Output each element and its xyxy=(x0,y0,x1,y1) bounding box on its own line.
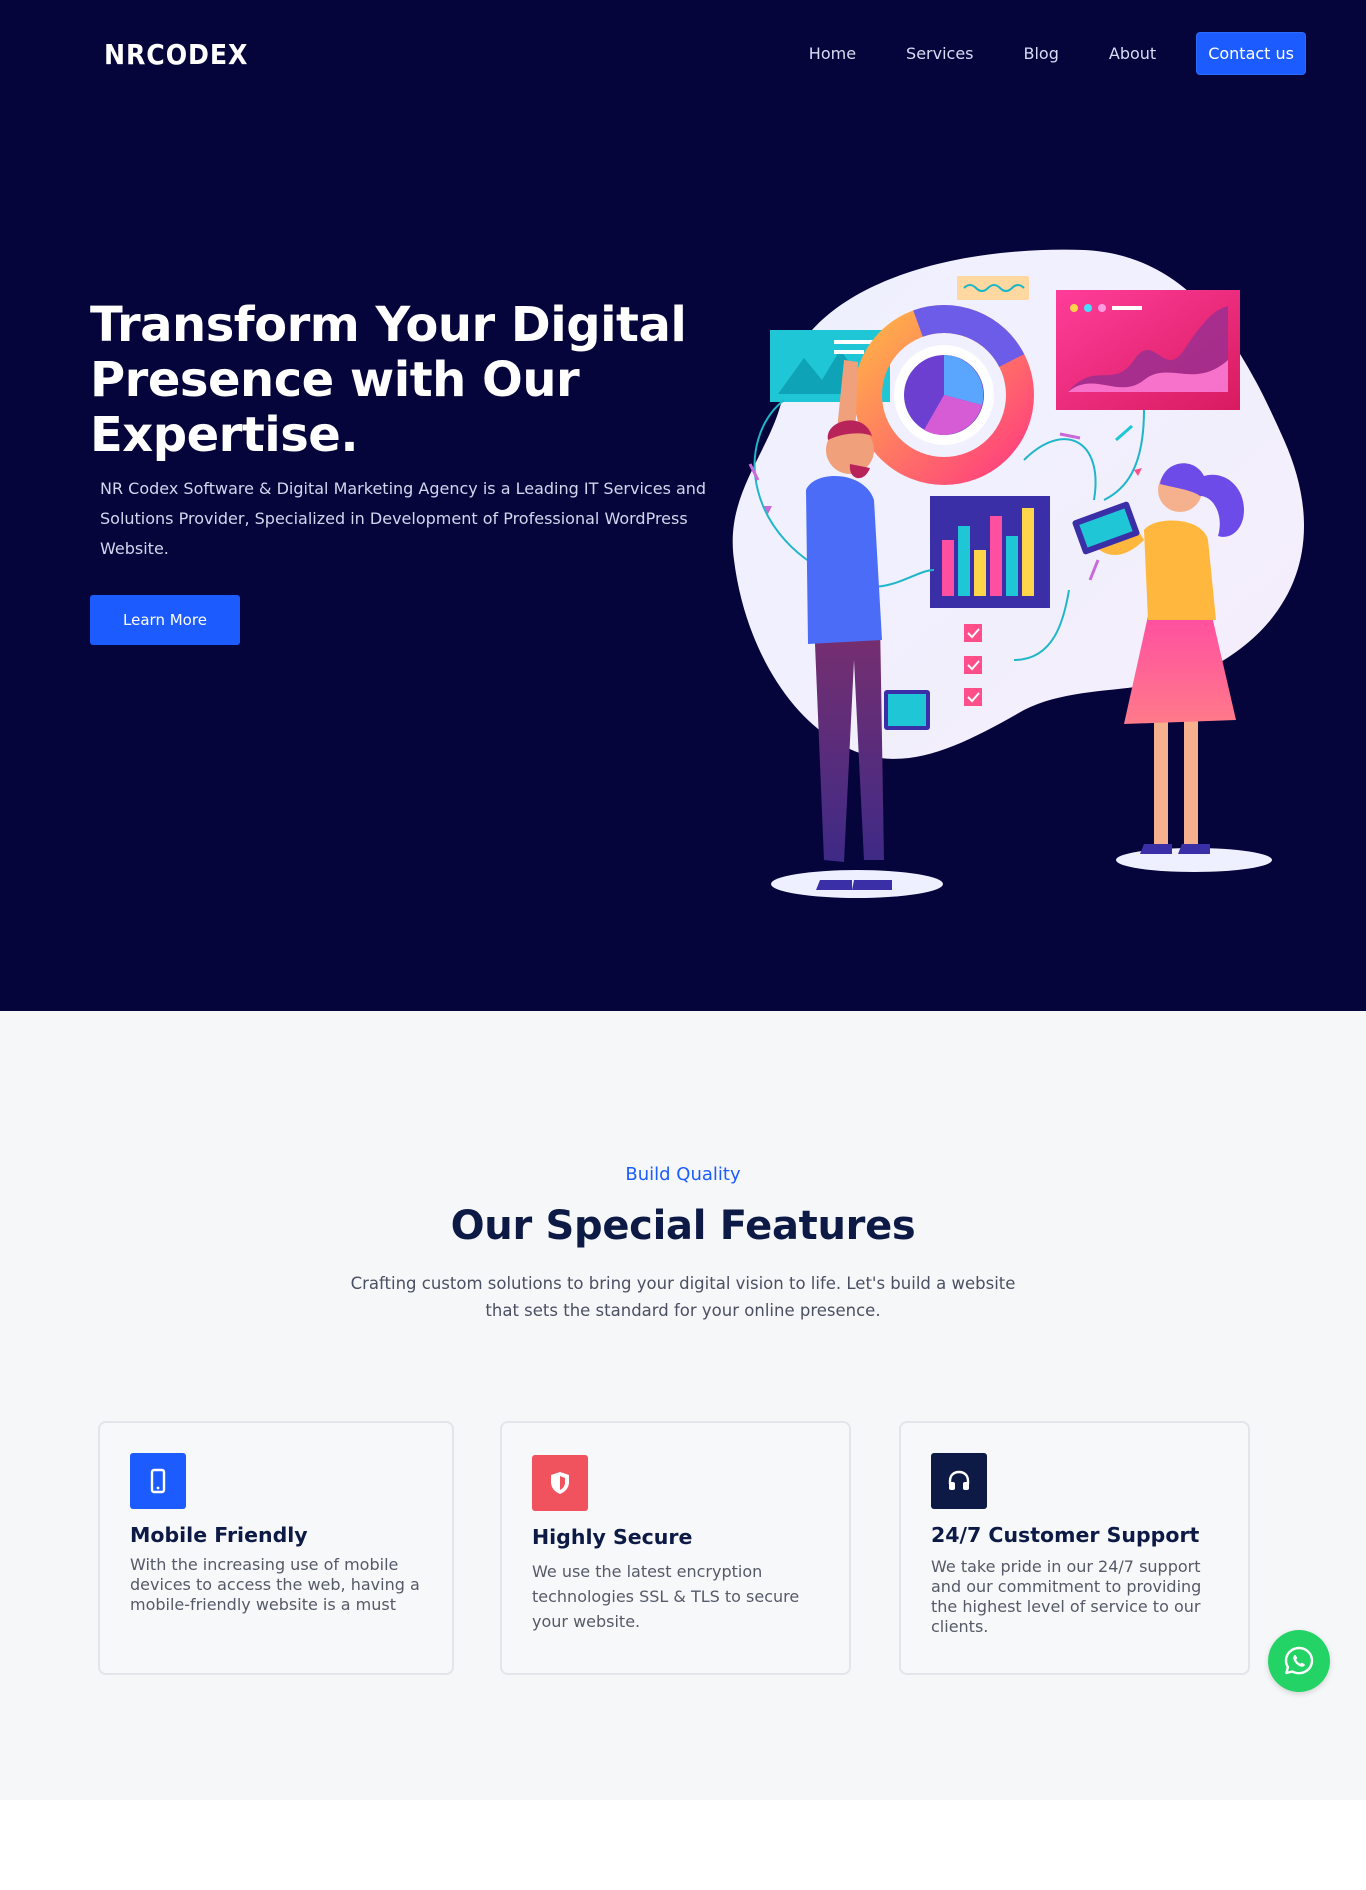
feature-text: We take pride in our 24/7 support and ou… xyxy=(931,1557,1202,1636)
contact-button[interactable]: Contact us xyxy=(1196,32,1306,75)
wave-card xyxy=(957,276,1029,300)
hero-section: NRCODEX Home Services Blog About Contact… xyxy=(0,0,1366,1011)
feature-title: 24/7 Customer Support xyxy=(931,1523,1200,1547)
learn-more-button[interactable]: Learn More xyxy=(90,595,240,645)
feature-text: With the increasing use of mobile device… xyxy=(130,1555,420,1614)
features-description: Crafting custom solutions to bring your … xyxy=(350,1274,1016,1320)
check-3 xyxy=(964,688,982,706)
check-1 xyxy=(964,624,982,642)
feature-card-support: 24/7 Customer Support We take pride in o… xyxy=(899,1421,1250,1675)
feature-text: We use the latest encryption technologie… xyxy=(532,1562,800,1631)
feature-card-mobile: Mobile Friendly With the increasing use … xyxy=(98,1421,454,1675)
features-title: Our Special Features xyxy=(450,1203,916,1249)
features-section xyxy=(0,1011,1366,1800)
main-nav: Home Services Blog About Contact us xyxy=(759,32,1306,75)
feature-card-secure: Highly Secure We use the latest encrypti… xyxy=(500,1421,851,1675)
feature-title: Mobile Friendly xyxy=(130,1523,308,1547)
nav-services[interactable]: Services xyxy=(906,44,973,63)
check-2 xyxy=(964,656,982,674)
hero-description: NR Codex Software & Digital Marketing Ag… xyxy=(100,479,707,558)
woman-torso xyxy=(1144,520,1216,620)
man-legs xyxy=(814,620,884,862)
hero-illustration xyxy=(732,249,1304,898)
mobile-icon xyxy=(130,1453,186,1509)
man-torso xyxy=(806,476,882,644)
whatsapp-button[interactable] xyxy=(1268,1630,1330,1692)
hero-title: Transform Your Digital Presence with Our… xyxy=(90,297,687,463)
whatsapp-icon xyxy=(1284,1646,1314,1675)
nav-about[interactable]: About xyxy=(1109,44,1156,63)
features-eyebrow: Build Quality xyxy=(625,1164,741,1185)
shield-icon xyxy=(532,1455,588,1511)
headset-icon xyxy=(931,1453,987,1509)
logo[interactable]: NRCODEX xyxy=(104,38,248,71)
nav-blog[interactable]: Blog xyxy=(1024,44,1059,63)
nav-home[interactable]: Home xyxy=(809,44,856,63)
feature-title: Highly Secure xyxy=(532,1525,693,1549)
